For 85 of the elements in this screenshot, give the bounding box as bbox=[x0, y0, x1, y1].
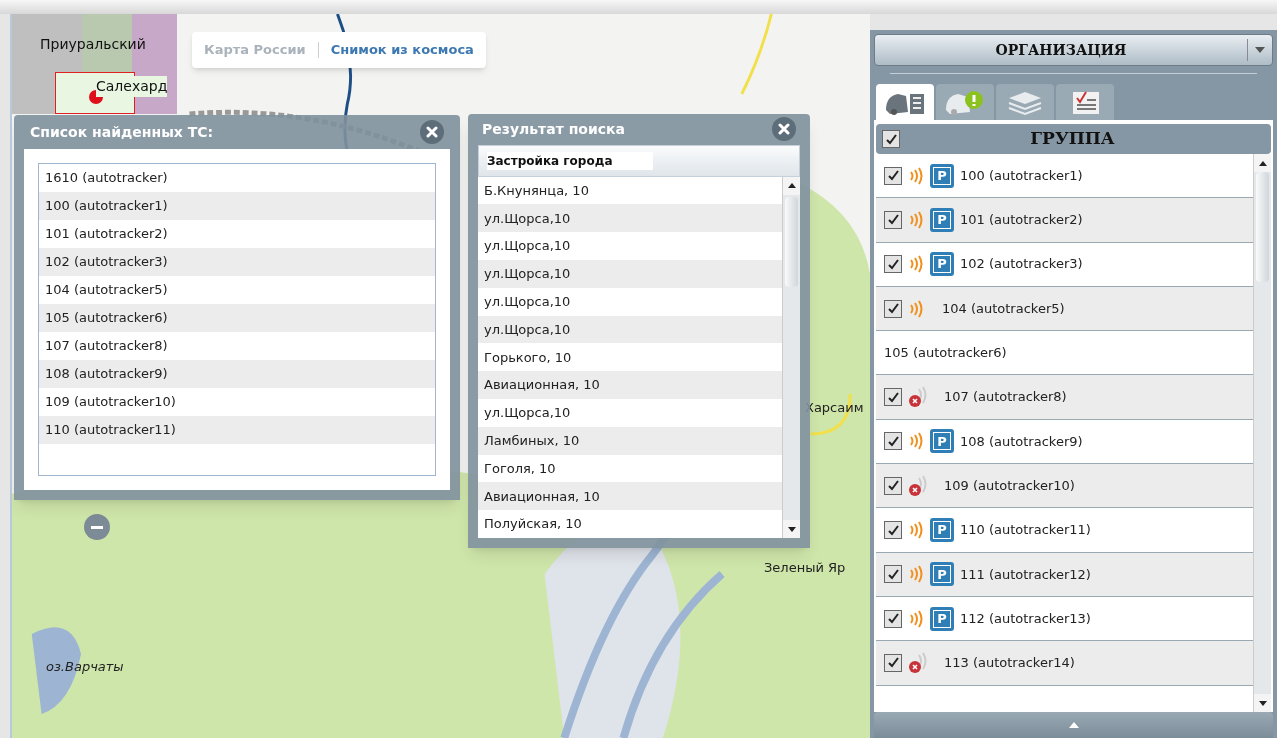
parking-badge: P bbox=[930, 562, 954, 587]
signal-icon bbox=[908, 521, 924, 539]
vehicle-row[interactable]: 109 (autotracker10) bbox=[876, 464, 1253, 509]
checkbox[interactable] bbox=[884, 388, 902, 407]
vehicle-name: 113 (autotracker14) bbox=[944, 654, 1075, 673]
parking-badge: P bbox=[930, 606, 954, 631]
parking-badge: P bbox=[930, 207, 954, 232]
scrollbar[interactable] bbox=[1253, 154, 1271, 712]
map-label: Приуральский bbox=[40, 35, 146, 54]
caret-up-icon bbox=[1258, 160, 1267, 166]
checkbox[interactable] bbox=[884, 521, 902, 539]
panel-tab[interactable] bbox=[1056, 84, 1114, 120]
vehicle-row[interactable]: 107 (autotracker8) bbox=[876, 375, 1253, 420]
signal-icon bbox=[908, 166, 924, 185]
vehicle-row[interactable]: 104 (autotracker5) bbox=[876, 286, 1253, 332]
result-item[interactable]: Авиационная, 10 bbox=[478, 371, 782, 399]
checkbox[interactable] bbox=[884, 255, 902, 274]
checkbox[interactable] bbox=[882, 130, 900, 148]
map-label: Харсаим bbox=[805, 399, 864, 417]
caret-up-icon bbox=[787, 183, 796, 189]
vehicle-name: 101 (autotracker2) bbox=[960, 211, 1083, 230]
scroll-thumb[interactable] bbox=[1256, 172, 1269, 282]
list-item[interactable]: 100 (autotracker1) bbox=[39, 192, 435, 220]
scrollbar[interactable] bbox=[782, 176, 800, 538]
caret-down-icon bbox=[787, 526, 796, 532]
list-item[interactable]: 105 (autotracker6) bbox=[39, 304, 435, 332]
map-label: Зеленый Яр bbox=[764, 559, 846, 577]
parking-badge: P bbox=[930, 252, 954, 277]
checkbox[interactable] bbox=[884, 210, 902, 229]
result-item[interactable]: ул.Щорса,10 bbox=[478, 260, 782, 288]
checkbox[interactable] bbox=[884, 609, 902, 628]
list-item[interactable]: 102 (autotracker3) bbox=[39, 248, 435, 276]
caret-down-icon bbox=[1258, 700, 1267, 706]
vehicle-name: 104 (autotracker5) bbox=[942, 299, 1065, 318]
checkbox[interactable] bbox=[884, 565, 902, 584]
signal-icon bbox=[908, 565, 924, 584]
checkbox[interactable] bbox=[884, 166, 902, 185]
window-title: Список найденных ТС: bbox=[30, 122, 214, 142]
vehicle-name: 108 (autotracker9) bbox=[960, 432, 1083, 451]
list-item[interactable]: 108 (autotracker9) bbox=[39, 360, 435, 388]
caret-up-icon bbox=[1067, 721, 1080, 729]
vehicle-row[interactable]: P 101 (autotracker2) bbox=[876, 198, 1253, 243]
scroll-down-button[interactable] bbox=[1254, 694, 1271, 712]
result-item[interactable]: Ламбиных, 10 bbox=[478, 426, 782, 455]
parking-badge: P bbox=[930, 163, 954, 188]
checkbox[interactable] bbox=[884, 476, 902, 495]
parking-badge: P bbox=[930, 518, 954, 542]
map-label: оз.Варчаты bbox=[46, 658, 124, 676]
vehicle-name: 100 (autotracker1) bbox=[960, 166, 1083, 185]
result-item[interactable]: ул.Щорса,10 bbox=[478, 315, 782, 344]
list-item[interactable]: 110 (autotracker11) bbox=[39, 416, 435, 444]
checkbox[interactable] bbox=[884, 299, 902, 318]
parking-badge: P bbox=[930, 429, 954, 454]
vehicle-row[interactable]: P 111 (autotracker12) bbox=[876, 552, 1253, 597]
scroll-thumb[interactable] bbox=[785, 196, 798, 287]
panel-tab[interactable] bbox=[876, 84, 934, 120]
scroll-down-button[interactable] bbox=[783, 520, 800, 538]
vehicle-name: 105 (autotracker6) bbox=[884, 344, 1007, 363]
close-button[interactable] bbox=[772, 117, 796, 142]
close-icon bbox=[426, 126, 438, 138]
checkbox[interactable] bbox=[884, 653, 902, 672]
close-icon bbox=[778, 123, 790, 136]
vehicle-name: 107 (autotracker8) bbox=[944, 388, 1067, 407]
signal-icon bbox=[908, 432, 924, 451]
vehicle-name: 110 (autotracker11) bbox=[960, 521, 1091, 540]
map-type-tab[interactable]: Снимок из космоса bbox=[330, 40, 474, 60]
group-header: ГРУППА bbox=[876, 124, 1271, 154]
signal-icon bbox=[908, 609, 924, 628]
result-item[interactable]: ул.Щорса,10 bbox=[478, 204, 782, 233]
vehicle-name: 102 (autotracker3) bbox=[960, 255, 1083, 274]
signal-icon bbox=[908, 210, 924, 229]
result-item[interactable]: Авиационная, 10 bbox=[478, 482, 782, 511]
close-button[interactable] bbox=[420, 120, 444, 144]
vehicle-name: 112 (autotracker13) bbox=[960, 609, 1091, 628]
window-title: Результат поиска bbox=[482, 119, 626, 139]
vehicle-row[interactable]: 113 (autotracker14) bbox=[876, 641, 1253, 686]
vehicle-name: 109 (autotracker10) bbox=[944, 476, 1075, 495]
organization-dropdown[interactable]: ОРГАНИЗАЦИЯ bbox=[874, 34, 1273, 66]
map-label: Салехард bbox=[96, 76, 168, 97]
vehicle-name: 111 (autotracker12) bbox=[960, 565, 1091, 584]
signal-icon bbox=[908, 299, 924, 318]
column-header: Застройка города bbox=[487, 151, 653, 170]
signal-icon bbox=[908, 255, 924, 274]
checkbox[interactable] bbox=[884, 432, 902, 451]
scroll-up-button[interactable] bbox=[1254, 154, 1271, 172]
